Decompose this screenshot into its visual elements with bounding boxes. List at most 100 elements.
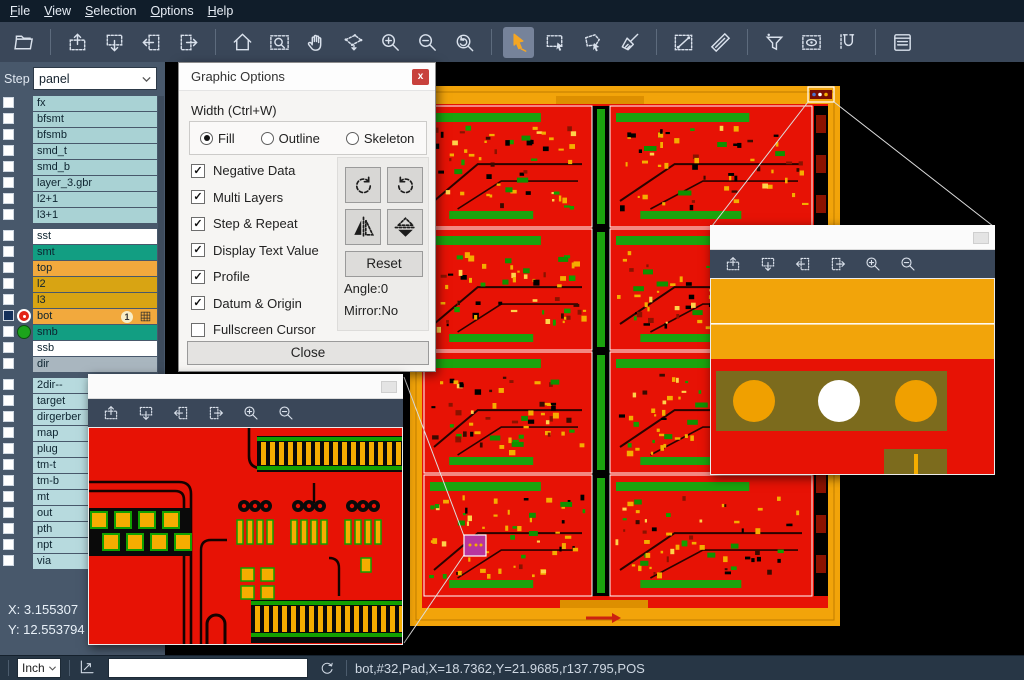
- magnifier-tool-pan-up-icon[interactable]: [100, 402, 122, 424]
- magnifier-view[interactable]: [710, 278, 995, 475]
- layer-visibility-checkbox[interactable]: [3, 475, 14, 486]
- corner-angle-icon[interactable]: [78, 658, 98, 678]
- magnifier-tool-zoom-in-icon[interactable]: [240, 402, 262, 424]
- magnifier-tool-pan-left-icon[interactable]: [792, 253, 814, 275]
- tool-open-folder-icon[interactable]: [8, 27, 39, 58]
- layer-visibility-checkbox[interactable]: [3, 411, 14, 422]
- magnifier-tool-pan-up-icon[interactable]: [722, 253, 744, 275]
- tool-snap-icon[interactable]: [833, 27, 864, 58]
- layer-row-l2+1[interactable]: l2+1: [0, 192, 165, 207]
- layer-name[interactable]: top: [33, 261, 157, 276]
- tool-zoom-poly-icon[interactable]: [338, 27, 369, 58]
- tool-zoom-in-icon[interactable]: [375, 27, 406, 58]
- close-icon[interactable]: x: [412, 69, 429, 85]
- layer-visibility-checkbox[interactable]: [3, 113, 14, 124]
- layer-row-smb[interactable]: smb: [0, 325, 165, 340]
- tool-measure-line-icon[interactable]: [668, 27, 699, 58]
- popup-menu-button[interactable]: [973, 232, 989, 244]
- layer-name[interactable]: l3+1: [33, 208, 157, 223]
- magnifier-tool-zoom-in-icon[interactable]: [862, 253, 884, 275]
- layer-visibility-checkbox[interactable]: [3, 129, 14, 140]
- radio-fill[interactable]: Fill: [200, 131, 235, 146]
- tool-layers-panel-icon[interactable]: [887, 27, 918, 58]
- layer-name[interactable]: dir: [33, 357, 157, 372]
- layer-visibility-checkbox[interactable]: [3, 161, 14, 172]
- checkbox-box[interactable]: [191, 323, 205, 337]
- menu-item-file[interactable]: File: [10, 4, 30, 18]
- tool-select-pointer-icon[interactable]: [503, 27, 534, 58]
- tool-pan-left-icon[interactable]: [136, 27, 167, 58]
- tool-poly-select-icon[interactable]: [577, 27, 608, 58]
- tool-filter-icon[interactable]: [759, 27, 790, 58]
- tool-zoom-back-icon[interactable]: [449, 27, 480, 58]
- layer-name[interactable]: smd_t: [33, 144, 157, 159]
- layer-row-l3+1[interactable]: l3+1: [0, 208, 165, 223]
- layer-visibility-checkbox[interactable]: [3, 97, 14, 108]
- magnifier-view[interactable]: [88, 427, 403, 645]
- layer-visibility-checkbox[interactable]: [3, 246, 14, 257]
- checkbox-datum-origin[interactable]: ✓Datum & Origin: [191, 296, 302, 311]
- popup-menu-button[interactable]: [381, 381, 397, 393]
- layer-row-fx[interactable]: fx: [0, 96, 165, 111]
- checkbox-box[interactable]: ✓: [191, 164, 205, 178]
- menu-item-view[interactable]: View: [44, 4, 71, 18]
- reset-button[interactable]: Reset: [345, 251, 423, 277]
- magnifier-tool-zoom-out-icon[interactable]: [897, 253, 919, 275]
- tool-pan-right-icon[interactable]: [173, 27, 204, 58]
- close-button[interactable]: Close: [187, 341, 429, 365]
- layer-visibility-checkbox[interactable]: [3, 459, 14, 470]
- layer-name[interactable]: l3: [33, 293, 157, 308]
- layer-name[interactable]: smt: [33, 245, 157, 260]
- checkbox-box[interactable]: ✓: [191, 217, 205, 231]
- apply-refresh-icon[interactable]: [316, 657, 338, 679]
- magnifier-tool-zoom-out-icon[interactable]: [275, 402, 297, 424]
- layer-name[interactable]: smb: [33, 325, 157, 340]
- magnifier-tool-pan-right-icon[interactable]: [827, 253, 849, 275]
- mirror-vertical-button[interactable]: [387, 209, 423, 245]
- layer-visibility-checkbox[interactable]: [3, 326, 14, 337]
- magnifier-tool-pan-down-icon[interactable]: [757, 253, 779, 275]
- grid-icon[interactable]: [140, 311, 151, 322]
- radio-circle[interactable]: [261, 132, 274, 145]
- layer-name[interactable]: bfsmt: [33, 112, 157, 127]
- magnifier-tool-pan-right-icon[interactable]: [205, 402, 227, 424]
- layer-visibility-checkbox[interactable]: [3, 145, 14, 156]
- menu-item-help[interactable]: Help: [208, 4, 234, 18]
- layer-visibility-checkbox[interactable]: [3, 395, 14, 406]
- radio-circle[interactable]: [200, 132, 213, 145]
- tool-zoom-out-icon[interactable]: [412, 27, 443, 58]
- command-input[interactable]: [108, 658, 308, 678]
- layer-row-top[interactable]: top: [0, 261, 165, 276]
- tool-home-icon[interactable]: [227, 27, 258, 58]
- tool-pan-hand-icon[interactable]: [301, 27, 332, 58]
- layer-name[interactable]: l2: [33, 277, 157, 292]
- layer-row-smd_t[interactable]: smd_t: [0, 144, 165, 159]
- layer-row-sst[interactable]: sst: [0, 229, 165, 244]
- layer-visibility-checkbox[interactable]: [3, 230, 14, 241]
- layer-row-bot[interactable]: bot1: [0, 309, 165, 324]
- radio-outline[interactable]: Outline: [261, 131, 320, 146]
- dialog-title-bar[interactable]: Graphic Options x: [179, 63, 435, 91]
- radio-skeleton[interactable]: Skeleton: [346, 131, 415, 146]
- layer-row-l2[interactable]: l2: [0, 277, 165, 292]
- layer-visibility-checkbox[interactable]: [3, 193, 14, 204]
- layer-visibility-checkbox[interactable]: [3, 209, 14, 220]
- layer-name[interactable]: ssb: [33, 341, 157, 356]
- layer-row-bfsmt[interactable]: bfsmt: [0, 112, 165, 127]
- tool-ruler-icon[interactable]: [705, 27, 736, 58]
- layer-name[interactable]: l2+1: [33, 192, 157, 207]
- tool-show-region-icon[interactable]: [796, 27, 827, 58]
- checkbox-display-text-value[interactable]: ✓Display Text Value: [191, 243, 319, 258]
- layer-name[interactable]: layer_3.gbr: [33, 176, 157, 191]
- checkbox-negative-data[interactable]: ✓Negative Data: [191, 163, 295, 178]
- tool-clean-brush-icon[interactable]: [614, 27, 645, 58]
- layer-row-dir[interactable]: dir: [0, 357, 165, 372]
- magnifier-title-bar[interactable]: [710, 225, 995, 250]
- tool-pan-down-icon[interactable]: [99, 27, 130, 58]
- layer-visibility-checkbox[interactable]: [3, 262, 14, 273]
- checkbox-box[interactable]: ✓: [191, 296, 205, 310]
- magnifier-tool-pan-left-icon[interactable]: [170, 402, 192, 424]
- layer-visibility-checkbox[interactable]: [3, 491, 14, 502]
- layer-visibility-checkbox[interactable]: [3, 379, 14, 390]
- layer-row-smt[interactable]: smt: [0, 245, 165, 260]
